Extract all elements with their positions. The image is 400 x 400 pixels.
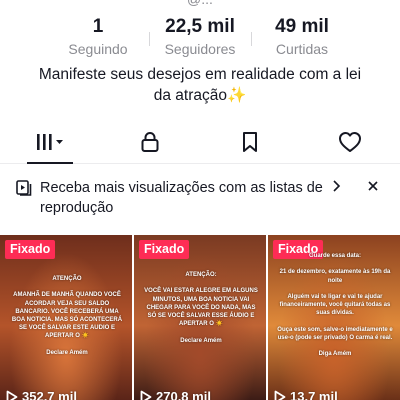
following-count: 1 [92,16,104,37]
likes-label: Curtidas [275,41,329,57]
profile-stats: 1 Seguindo 22,5 mil Seguidores 49 mil Cu… [0,14,400,58]
video-tile[interactable]: Fixado ATENÇÃO AMANHÃ DE MANHÃ QUANDO VO… [0,235,132,400]
stat-followers[interactable]: 22,5 mil Seguidores [149,14,251,58]
tab-private[interactable] [100,120,200,163]
view-count-value: 270,8 mil [156,389,211,400]
video-grid: Fixado ATENÇÃO AMANHÃ DE MANHÃ QUANDO VO… [0,235,400,400]
close-icon[interactable] [366,179,380,193]
bookmark-icon [243,131,257,152]
play-icon [6,390,18,400]
profile-tabs [0,120,400,164]
tab-liked[interactable] [300,120,400,163]
view-count: 270,8 mil [140,389,211,400]
promo-text: Receba mais visualizações com as listas … [40,180,323,216]
tab-videos[interactable] [0,120,100,164]
pinned-badge: Fixado [139,240,190,259]
username-partial: @... [0,0,400,7]
chevron-right-icon[interactable] [330,179,342,193]
video-tile[interactable]: Fixado Guarde essa data: 21 de dezembro,… [268,235,400,400]
heart-icon [339,131,361,152]
video-caption: ATENÇÃO: VOCÊ VAI ESTAR ALEGRE EM ALGUNS… [144,272,258,344]
likes-count: 49 mil [275,16,329,37]
pinned-badge: Fixado [5,240,56,259]
playlist-icon [16,180,32,196]
stat-following[interactable]: 1 Seguindo [47,14,149,58]
view-count-value: 352,7 mil [22,389,77,400]
video-tile[interactable]: Fixado ATENÇÃO: VOCÊ VAI ESTAR ALEGRE EM… [134,235,266,400]
followers-count: 22,5 mil [165,16,235,37]
stat-likes[interactable]: 49 mil Curtidas [251,14,353,58]
view-count: 352,7 mil [6,389,77,400]
video-caption: Guarde essa data: 21 de dezembro, exatam… [277,253,393,358]
playlist-promo-banner[interactable]: Receba mais visualizações com as listas … [16,176,388,220]
view-count: 13,7 mil [274,389,338,400]
following-label: Seguindo [68,41,128,57]
videos-grid-icon [37,133,63,150]
tab-favorites[interactable] [200,120,300,163]
profile-bio: Manifeste seus desejos em realidade com … [38,66,362,104]
video-caption: ATENÇÃO AMANHÃ DE MANHÃ QUANDO VOCÊ ACOR… [11,276,123,356]
play-icon [274,390,286,400]
view-count-value: 13,7 mil [290,389,338,400]
followers-label: Seguidores [164,41,236,57]
play-icon [140,390,152,400]
lock-icon [141,131,159,152]
